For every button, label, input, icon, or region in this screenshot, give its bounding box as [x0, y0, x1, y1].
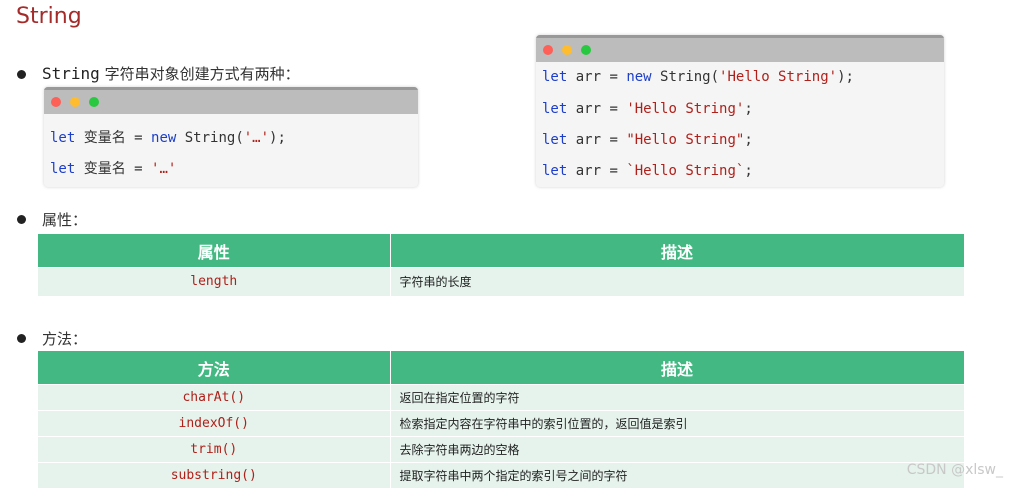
column-header-description: 描述 — [390, 234, 965, 268]
code-string: 'Hello String' — [626, 101, 745, 117]
code-line: let arr = `Hello String`; — [542, 163, 753, 179]
column-header-description: 描述 — [390, 351, 965, 385]
code-text: arr = — [567, 163, 627, 179]
section1-label-text: 字符串对象创建方式有两种： — [99, 65, 300, 83]
code-line: let arr = new String('Hello String'); — [542, 69, 854, 85]
section2-label: 属性： — [42, 211, 88, 229]
method-description: 去除字符串两边的空格 — [390, 436, 965, 463]
code-text: 变量名 = — [75, 130, 152, 146]
code-string: `Hello String` — [626, 163, 745, 179]
table-header-row: 属性 描述 — [38, 234, 965, 268]
code-window-b: let arr = new String('Hello String'); le… — [536, 35, 944, 187]
code-string: '…' — [151, 161, 177, 177]
code-text: ); — [269, 130, 286, 146]
code-keyword: let — [542, 163, 568, 179]
table-header-row: 方法 描述 — [38, 351, 965, 385]
minimize-dot-icon — [562, 45, 572, 55]
code-line: let 变量名 = '…' — [50, 158, 176, 178]
close-dot-icon — [51, 97, 61, 107]
table-row: charAt() 返回在指定位置的字符 — [38, 384, 965, 411]
section1-label-code: String — [42, 64, 100, 83]
property-name: length — [38, 267, 391, 296]
code-text: String( — [176, 130, 244, 146]
code-window-a: let 变量名 = new String('…'); let 变量名 = '…' — [44, 87, 418, 187]
bullet — [17, 70, 26, 79]
code-text: arr = — [567, 132, 627, 148]
maximize-dot-icon — [89, 97, 99, 107]
watermark: CSDN @xlsw_ — [906, 462, 1003, 478]
method-name: charAt() — [38, 384, 391, 411]
code-text: ; — [744, 101, 753, 117]
method-name: substring() — [38, 462, 391, 488]
code-text: 变量名 = — [75, 161, 152, 177]
code-line: let arr = "Hello String"; — [542, 132, 753, 148]
code-text: ); — [837, 69, 854, 85]
method-description: 提取字符串中两个指定的索引号之间的字符 — [390, 462, 965, 488]
code-keyword: let — [542, 101, 568, 117]
code-text: String( — [651, 69, 720, 85]
code-keyword: let — [542, 69, 568, 85]
column-header-property: 属性 — [38, 234, 391, 268]
code-line: let arr = 'Hello String'; — [542, 101, 753, 117]
table-row: trim() 去除字符串两边的空格 — [38, 436, 965, 463]
method-description: 返回在指定位置的字符 — [390, 384, 965, 411]
table-row: indexOf() 检索指定内容在字符串中的索引位置的，返回值是索引 — [38, 410, 965, 437]
code-keyword: let — [50, 130, 76, 146]
methods-table: 方法 描述 charAt() 返回在指定位置的字符 indexOf() 检索指定… — [38, 351, 965, 488]
code-keyword: let — [542, 132, 568, 148]
window-title-bar — [536, 35, 944, 62]
code-line: let 变量名 = new String('…'); — [50, 127, 286, 147]
method-name: indexOf() — [38, 410, 391, 437]
section3-label: 方法： — [42, 330, 88, 348]
bullet — [17, 334, 26, 343]
code-keyword: let — [50, 161, 76, 177]
table-row: substring() 提取字符串中两个指定的索引号之间的字符 — [38, 462, 965, 488]
method-description: 检索指定内容在字符串中的索引位置的，返回值是索引 — [390, 410, 965, 437]
page-title: String — [16, 4, 82, 29]
property-description: 字符串的长度 — [390, 267, 965, 296]
code-keyword: new — [151, 130, 177, 146]
code-string: "Hello String" — [626, 132, 745, 148]
code-text: ; — [744, 163, 753, 179]
table-row: length 字符串的长度 — [38, 267, 965, 296]
window-title-bar — [44, 87, 418, 114]
properties-table: 属性 描述 length 字符串的长度 — [38, 234, 965, 296]
close-dot-icon — [543, 45, 553, 55]
code-text: arr = — [567, 101, 627, 117]
bullet — [17, 215, 26, 224]
column-header-method: 方法 — [38, 351, 391, 385]
method-name: trim() — [38, 436, 391, 463]
maximize-dot-icon — [581, 45, 591, 55]
code-text: arr = — [567, 69, 627, 85]
section1-label: String 字符串对象创建方式有两种： — [42, 63, 300, 84]
code-string: '…' — [243, 130, 270, 146]
minimize-dot-icon — [70, 97, 80, 107]
code-keyword: new — [626, 69, 652, 85]
code-string: 'Hello String' — [719, 69, 838, 85]
code-text: ; — [744, 132, 753, 148]
